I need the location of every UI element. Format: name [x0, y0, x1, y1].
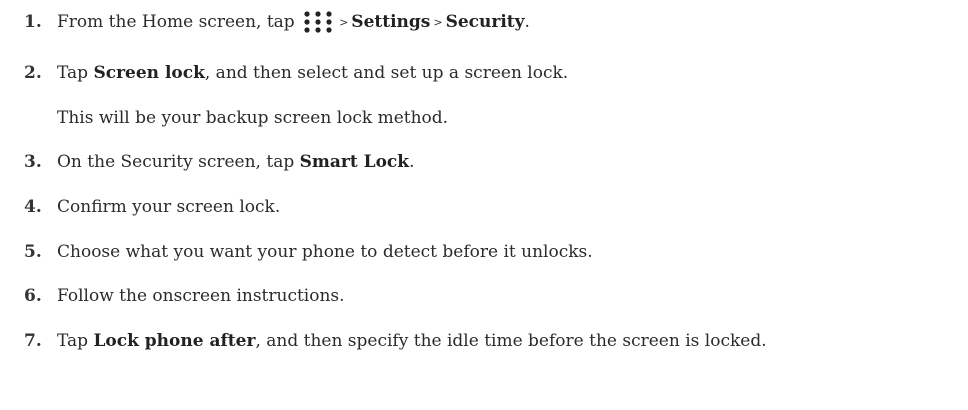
step-2-note: This will be your backup screen lock met… — [57, 108, 449, 128]
step-text: Confirm your screen lock. — [57, 197, 281, 217]
step-text: From the Home screen, tap > Settings > Secu… — [57, 10, 530, 36]
step-number: 5. — [24, 242, 42, 262]
step-number: 6. — [24, 286, 42, 306]
step-number: 7. — [24, 331, 42, 351]
step-number: 1. — [24, 12, 42, 32]
step-text: Follow the onscreen instructions. — [57, 286, 345, 306]
lock-phone-after-label: Lock phone after — [93, 331, 256, 351]
step-7-suffix: , and then specify the idle time before … — [255, 331, 767, 351]
step-3-suffix: . — [409, 152, 415, 172]
smart-lock-label: Smart Lock — [299, 152, 410, 172]
step-text: Tap Screen lock, and then select and set… — [57, 61, 568, 85]
breadcrumb-separator: > — [433, 16, 443, 29]
settings-label: Settings — [351, 12, 431, 32]
instruction-steps: 1. From the Home screen, tap > Settings > S… — [0, 0, 968, 410]
step-1-end: . — [524, 12, 530, 32]
step-number: 3. — [24, 152, 42, 172]
apps-grid-icon — [302, 10, 334, 34]
step-text: On the Security screen, tap Smart Lock. — [57, 150, 414, 174]
step-7-prefix: Tap — [57, 331, 94, 351]
screen-lock-label: Screen lock — [93, 63, 205, 83]
step-text: Choose what you want your phone to detec… — [57, 242, 593, 262]
step-number: 4. — [24, 197, 42, 217]
step-2-prefix: Tap — [57, 63, 94, 83]
step-2-suffix: , and then select and set up a screen lo… — [204, 63, 569, 83]
step-text: Tap Lock phone after, and then specify t… — [57, 329, 767, 353]
security-label: Security — [445, 12, 525, 32]
step-3-prefix: On the Security screen, tap — [57, 152, 300, 172]
step-1-prefix: From the Home screen, tap — [57, 12, 295, 32]
breadcrumb-separator: > — [339, 16, 349, 29]
step-number: 2. — [24, 63, 42, 83]
